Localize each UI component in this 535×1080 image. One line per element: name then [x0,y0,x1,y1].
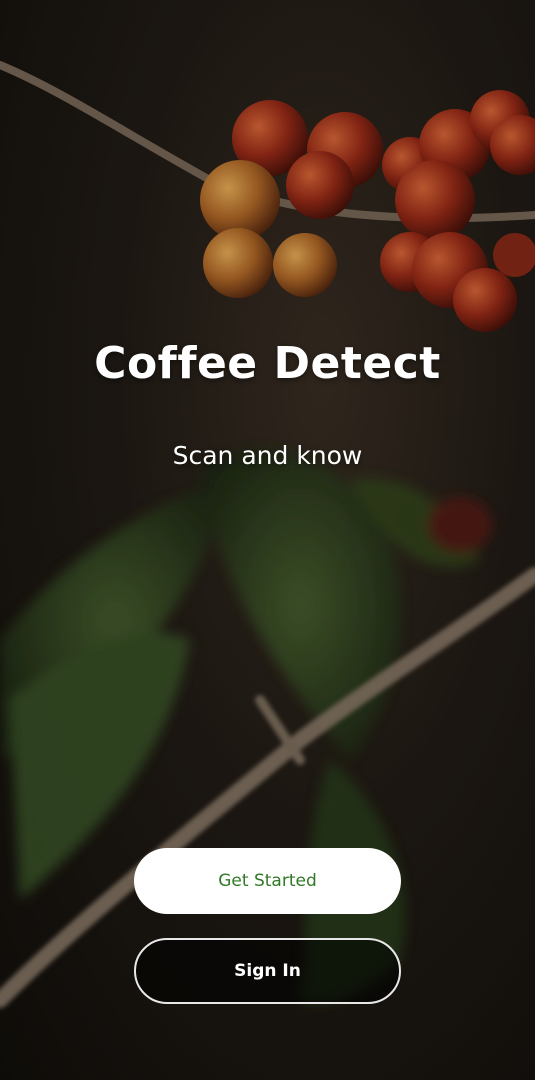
coffee-cherries-background-image [0,0,535,1080]
get-started-label: Get Started [218,871,317,891]
get-started-button[interactable]: Get Started [134,848,401,914]
sign-in-button[interactable]: Sign In [134,938,401,1004]
sign-in-label: Sign In [234,961,301,981]
app-tagline: Scan and know [172,441,363,470]
app-title: Coffee Detect [94,338,441,389]
welcome-screen: Coffee Detect Scan and know Get Started … [0,0,535,1080]
